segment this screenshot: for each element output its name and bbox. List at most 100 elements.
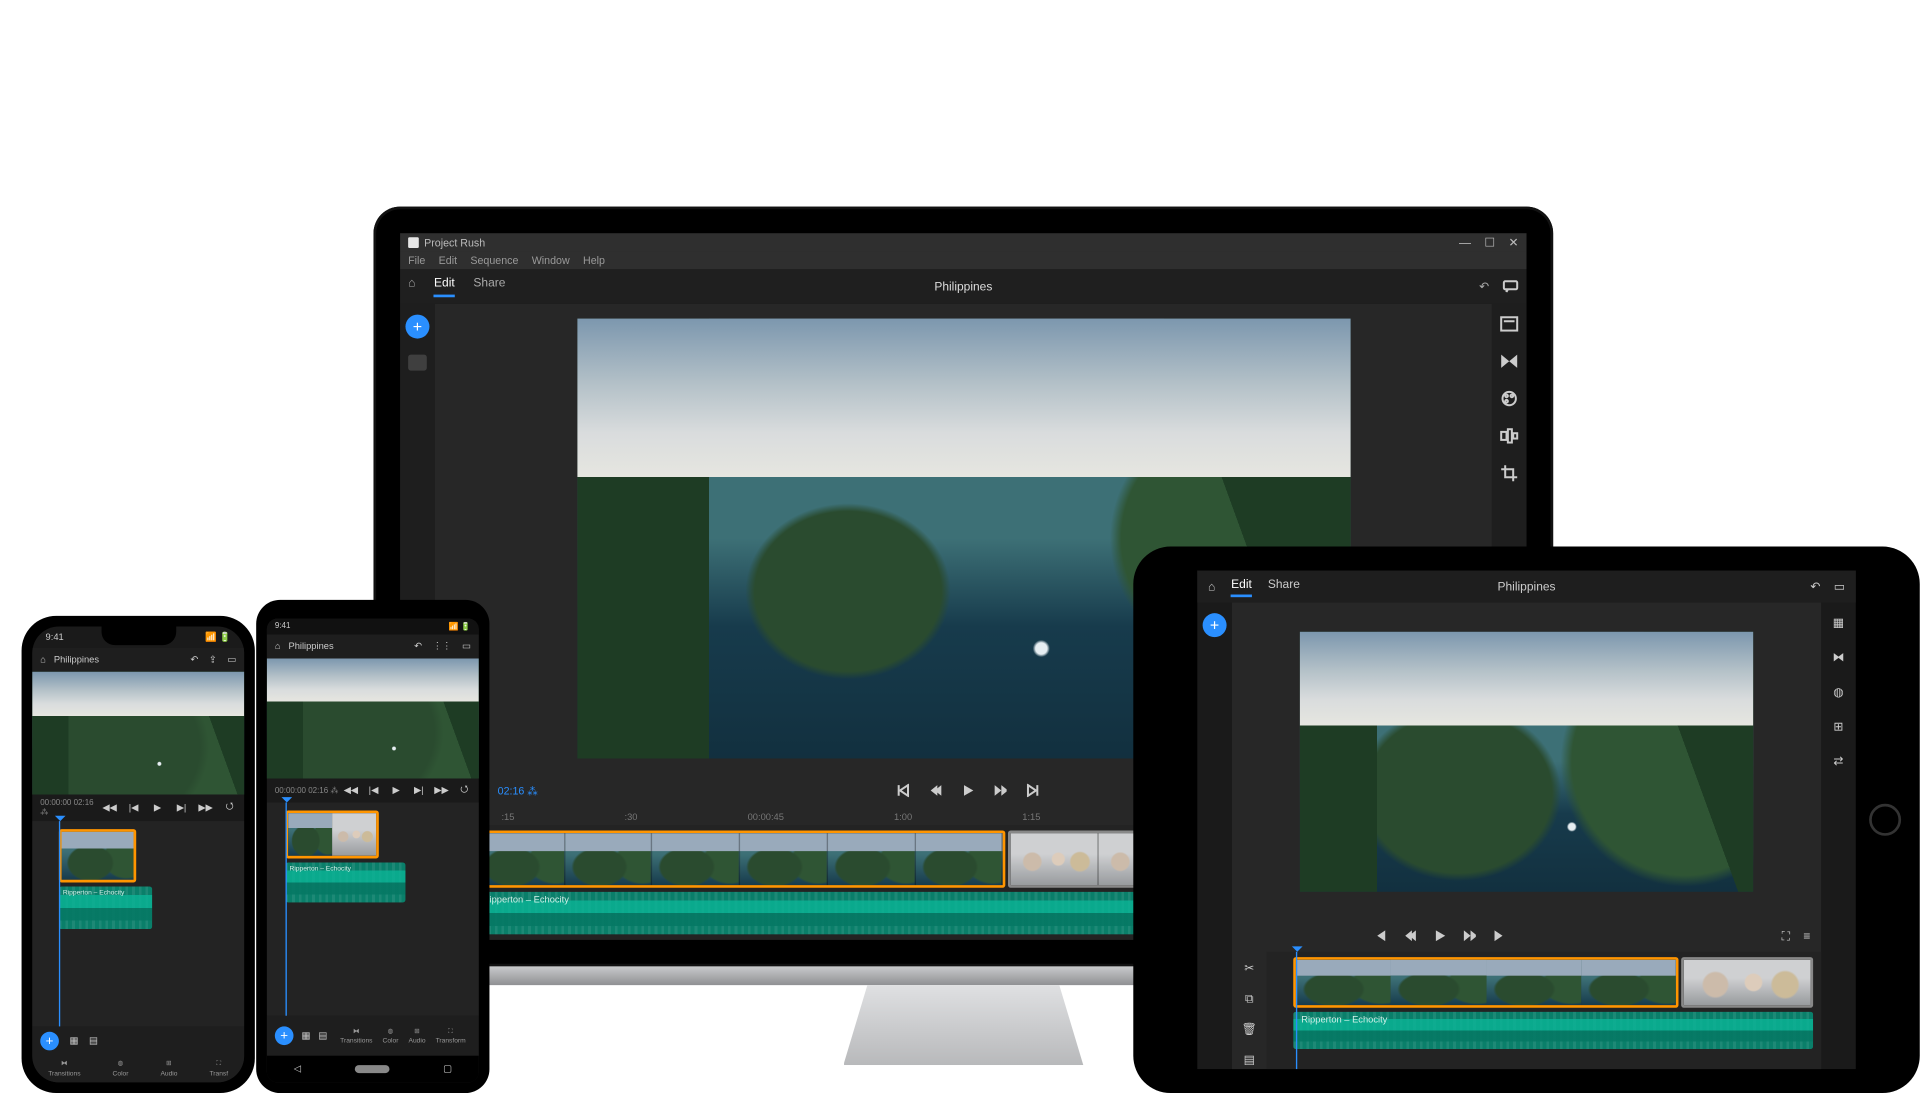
timeline[interactable]: Ripperton – Echocity <box>267 802 479 1015</box>
playhead[interactable] <box>1296 952 1297 1069</box>
goto-end-button[interactable] <box>1492 929 1505 942</box>
android-recents-button[interactable]: ▢ <box>443 1064 452 1075</box>
home-icon[interactable]: ⌂ <box>275 642 281 651</box>
video-clip[interactable] <box>59 829 136 882</box>
play-button[interactable] <box>1433 929 1446 942</box>
next-button[interactable]: ▶| <box>175 801 188 814</box>
play-button[interactable]: ▶ <box>389 784 402 797</box>
undo-icon[interactable]: ↶ <box>190 655 198 666</box>
transitions-panel-icon[interactable] <box>1500 352 1519 371</box>
step-back-button[interactable]: ◀◀ <box>103 801 116 814</box>
tracks-icon[interactable]: ▤ <box>89 1036 98 1047</box>
step-fwd-button[interactable]: ▶▶ <box>199 801 212 814</box>
audio-clip[interactable]: Ripperton – Echocity <box>1293 1012 1813 1049</box>
tab-edit[interactable]: Edit <box>1231 577 1252 597</box>
add-media-button[interactable]: + <box>275 1026 294 1045</box>
android-back-button[interactable]: ◁ <box>294 1064 301 1075</box>
add-media-button[interactable]: + <box>40 1032 59 1051</box>
color-panel-icon[interactable]: ◍ <box>1829 682 1848 701</box>
android-home-button[interactable] <box>355 1065 390 1073</box>
timeline[interactable]: Ripperton – Echocity <box>32 821 244 1026</box>
menu-sequence[interactable]: Sequence <box>470 255 518 267</box>
undo-icon[interactable]: ↶ <box>1810 579 1820 594</box>
video-preview[interactable] <box>32 672 244 795</box>
color-panel-icon[interactable] <box>1500 389 1519 408</box>
video-preview[interactable] <box>267 659 479 779</box>
home-icon[interactable]: ⌂ <box>408 276 415 297</box>
next-button[interactable]: ▶| <box>412 784 425 797</box>
tab-share[interactable]: Share <box>473 276 505 297</box>
timeline[interactable]: Ripperton – Echocity <box>1267 952 1822 1069</box>
tracks-icon[interactable]: ▤ <box>318 1030 327 1041</box>
loop-button[interactable]: ⭯ <box>457 784 470 797</box>
playhead[interactable] <box>286 802 287 1015</box>
tool-color[interactable]: ◍Color <box>113 1060 129 1079</box>
step-fwd-button[interactable] <box>1462 929 1475 942</box>
tab-share[interactable]: Share <box>1268 577 1300 597</box>
titles-panel-icon[interactable] <box>1500 315 1519 334</box>
step-back-button[interactable] <box>1404 929 1417 942</box>
undo-icon[interactable]: ↶ <box>1479 279 1489 294</box>
titles-icon[interactable]: ▦ <box>70 1036 79 1047</box>
prev-button[interactable]: |◀ <box>127 801 140 814</box>
play-button[interactable]: ▶ <box>151 801 164 814</box>
video-clip-1[interactable] <box>1293 957 1678 1008</box>
window-close-button[interactable]: ✕ <box>1508 235 1518 250</box>
tool-transitions[interactable]: ⧓Transitions <box>340 1027 372 1044</box>
add-media-button[interactable]: + <box>405 315 429 339</box>
audio-clip[interactable]: Ripperton – Echocity <box>59 886 152 929</box>
home-icon[interactable]: ⌂ <box>1208 580 1215 593</box>
step-fwd-button[interactable] <box>994 784 1007 797</box>
tracks-icon[interactable]: ▤ <box>1240 1052 1259 1069</box>
window-min-button[interactable]: — <box>1459 235 1471 250</box>
goto-start-button[interactable] <box>898 784 911 797</box>
add-media-button[interactable]: + <box>1203 613 1227 637</box>
menu-help[interactable]: Help <box>583 255 605 267</box>
delete-icon[interactable]: 🗑 <box>1240 1021 1259 1038</box>
titles-icon[interactable]: ▦ <box>301 1030 310 1041</box>
menu-edit[interactable]: Edit <box>439 255 457 267</box>
prev-button[interactable]: |◀ <box>367 784 380 797</box>
transitions-panel-icon[interactable]: ⧓ <box>1829 648 1848 667</box>
comment-icon[interactable]: ▭ <box>1834 579 1845 594</box>
comment-icon[interactable]: ▭ <box>462 641 471 652</box>
step-back-button[interactable]: ◀◀ <box>344 784 357 797</box>
playhead[interactable] <box>59 821 60 1026</box>
tab-edit[interactable]: Edit <box>434 276 455 297</box>
loop-button[interactable]: ⭯ <box>223 801 236 814</box>
play-button[interactable] <box>962 784 975 797</box>
audio-panel-icon[interactable] <box>1500 427 1519 446</box>
step-back-button[interactable] <box>930 784 943 797</box>
home-icon[interactable]: ⌂ <box>40 655 46 664</box>
tablet-home-button[interactable] <box>1869 804 1901 836</box>
tool-color[interactable]: ◍Color <box>383 1027 399 1044</box>
goto-end-button[interactable] <box>1026 784 1039 797</box>
comment-icon[interactable] <box>1503 279 1519 294</box>
audio-panel-icon[interactable]: ⊞ <box>1829 717 1848 736</box>
scissors-icon[interactable]: ✂ <box>1240 960 1259 977</box>
video-clip-1[interactable] <box>475 830 1006 888</box>
undo-icon[interactable]: ↶ <box>414 641 422 652</box>
tool-audio[interactable]: ⊞Audio <box>160 1060 177 1079</box>
duplicate-icon[interactable]: ⧉ <box>1240 990 1259 1007</box>
menu-file[interactable]: File <box>408 255 425 267</box>
window-max-button[interactable]: ☐ <box>1484 235 1495 250</box>
audio-clip[interactable]: Ripperton – Echocity <box>286 862 406 902</box>
comment-icon[interactable]: ▭ <box>227 655 236 666</box>
tool-transform[interactable]: ⛶Transform <box>436 1027 466 1044</box>
video-preview[interactable] <box>1300 631 1753 891</box>
tool-transitions[interactable]: ⧓Transitions <box>48 1060 80 1079</box>
menu-icon[interactable]: ≡ <box>1803 929 1810 942</box>
project-panel-icon[interactable] <box>408 355 427 371</box>
transform-panel-icon[interactable]: ⇄ <box>1829 752 1848 771</box>
tool-transform[interactable]: ⛶Transf <box>209 1060 228 1079</box>
share-icon[interactable]: ⇪ <box>209 655 217 666</box>
video-clip-2[interactable] <box>1681 957 1813 1008</box>
fullscreen-icon[interactable]: ⛶ <box>1782 928 1790 943</box>
menu-window[interactable]: Window <box>532 255 570 267</box>
tool-audio[interactable]: ⊞Audio <box>408 1027 425 1044</box>
goto-start-button[interactable] <box>1374 929 1387 942</box>
titles-panel-icon[interactable]: ▦ <box>1829 613 1848 632</box>
step-fwd-button[interactable]: ▶▶ <box>435 784 448 797</box>
crop-panel-icon[interactable] <box>1500 464 1519 483</box>
